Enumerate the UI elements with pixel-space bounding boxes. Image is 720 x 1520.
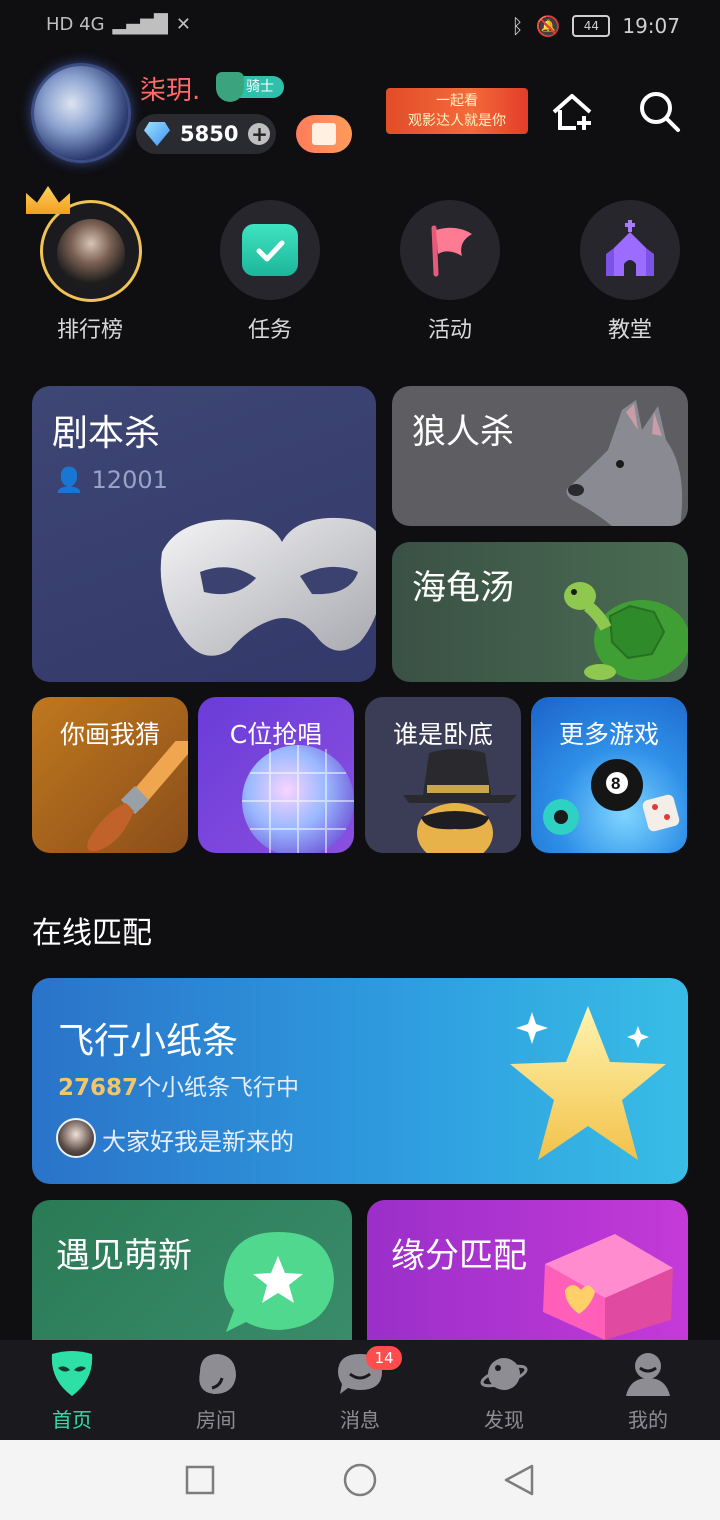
task-icon [242,224,298,276]
tab-rooms-label: 房间 [196,1408,236,1432]
player-count: 👤 12001 [54,466,168,494]
flag-icon [431,225,472,277]
c-position-sing-card[interactable]: C位抢唱 [198,697,354,853]
wolf-icon [566,400,683,526]
events-button[interactable] [400,200,500,300]
knight-label: 骑士 [246,79,274,95]
tab-messages-label: 消息 [340,1408,380,1432]
paper-plane-count-suffix: 个小纸条飞行中 [138,1075,300,1101]
paper-plane-message: 大家好我是新来的 [102,1128,294,1156]
turtle-icon [564,582,688,680]
church-button[interactable] [580,200,680,300]
search-icon[interactable] [636,88,684,136]
gift-icon [312,123,336,145]
undercover-title: 谁是卧底 [392,720,493,749]
tab-home[interactable]: 首页 [0,1340,144,1440]
planet-icon [480,1358,528,1390]
sender-avatar [56,1118,96,1158]
paper-plane-card[interactable]: 飞行小纸条 27687个小纸条飞行中 大家好我是新来的 [32,978,688,1184]
add-diamond-icon[interactable]: + [248,123,271,145]
diamond-balance[interactable]: 5850 + [136,114,276,154]
clock: 19:07 [622,14,680,38]
fate-match-title: 缘分匹配 [391,1236,527,1276]
diamond-icon [144,122,170,146]
signal-icon: ▂▄▆█ [112,14,168,35]
username: 柒玥. [140,76,201,106]
spy-icon [403,749,517,853]
gift-button[interactable] [296,115,352,153]
knight-badge[interactable]: 骑士 [216,72,284,102]
tasks-button[interactable] [220,200,320,300]
bluetooth-icon: ᛒ [511,14,524,38]
tab-home-label: 首页 [52,1408,92,1432]
message-badge: 14 [366,1346,402,1370]
network-label: HD 4G [46,14,105,35]
person-icon: 👤 [54,466,84,494]
paintbrush-icon [87,741,188,852]
leaderboard-label: 排行榜 [56,318,123,343]
turtle-soup-card[interactable]: 海龟汤 [392,542,688,682]
mute-icon: 🔕 [535,14,561,38]
signal-indicators: HD 4G ▂▄▆█ ✕ [46,14,191,35]
signal-2-icon: ✕ [175,14,191,35]
meet-newbie-card[interactable]: 遇见萌新 [32,1200,352,1360]
events-label: 活动 [427,318,472,343]
draw-guess-card[interactable]: 你画我猜 [32,697,188,853]
diamond-count: 5850 [180,122,239,146]
paper-plane-title: 飞行小纸条 [58,1021,239,1062]
home-circle-icon[interactable] [342,1462,378,1498]
tasks-label: 任务 [247,318,292,343]
turtle-soup-title: 海龟汤 [412,568,514,608]
create-room-icon[interactable] [550,90,594,134]
status-bar: HD 4G ▂▄▆█ ✕ ᛒ 🔕 44 19:07 [0,0,720,56]
undercover-card[interactable]: 谁是卧底 [365,697,521,853]
tab-discover[interactable]: 发现 [432,1340,576,1440]
more-games-title: 更多游戏 [558,720,659,749]
battery-icon: 44 [572,15,611,37]
eight-ball-icon: 8 [543,759,680,835]
svg-text:8: 8 [611,774,620,793]
tab-profile[interactable]: 我的 [576,1340,720,1440]
player-count-value: 12001 [91,466,168,494]
meet-newbie-title: 遇见萌新 [56,1236,192,1276]
more-games-card[interactable]: 更多游戏 8 [531,697,687,853]
room-icon [199,1354,236,1394]
star-icon [510,1006,666,1160]
werewolf-title: 狼人杀 [412,412,514,452]
paper-plane-count: 27687 [58,1075,139,1101]
recent-apps-icon[interactable] [184,1464,216,1496]
chat-star-icon [223,1232,334,1332]
banner-line1: 一起看 [436,93,478,109]
leaderboard-button[interactable] [40,200,142,302]
fate-match-card[interactable]: 缘分匹配 [367,1200,688,1360]
paper-plane-stats: 27687个小纸条飞行中 [58,1068,299,1102]
gift-box-icon [543,1234,673,1340]
disco-ball-icon [242,745,354,853]
tab-messages[interactable]: 消息 [288,1340,432,1440]
church-icon [606,220,654,276]
script-kill-card[interactable]: 剧本杀 👤 12001 [32,386,376,682]
tab-rooms[interactable]: 房间 [144,1340,288,1440]
avatar[interactable] [34,66,128,160]
mask-icon [160,517,376,656]
leaderboard-avatar [57,219,125,289]
bottom-tab-bar: 首页 房间 消息 发现 我的 [0,1340,720,1440]
online-match-heading: 在线匹配 [32,916,152,951]
status-right: ᛒ 🔕 44 19:07 [511,14,680,38]
script-kill-title: 剧本杀 [52,413,161,454]
mask-home-icon [51,1351,93,1396]
church-label: 教堂 [607,318,652,343]
werewolf-card[interactable]: 狼人杀 [392,386,688,526]
crown-icon [26,186,70,214]
shield-icon [216,72,244,102]
promo-banner[interactable]: 一起看 观影达人就是你 [386,88,528,134]
profile-icon [626,1353,670,1396]
banner-line2: 观影达人就是你 [408,113,506,129]
system-navigation-bar [0,1440,720,1520]
back-icon[interactable] [502,1462,536,1498]
tab-profile-label: 我的 [628,1408,668,1432]
tab-discover-label: 发现 [484,1408,524,1432]
